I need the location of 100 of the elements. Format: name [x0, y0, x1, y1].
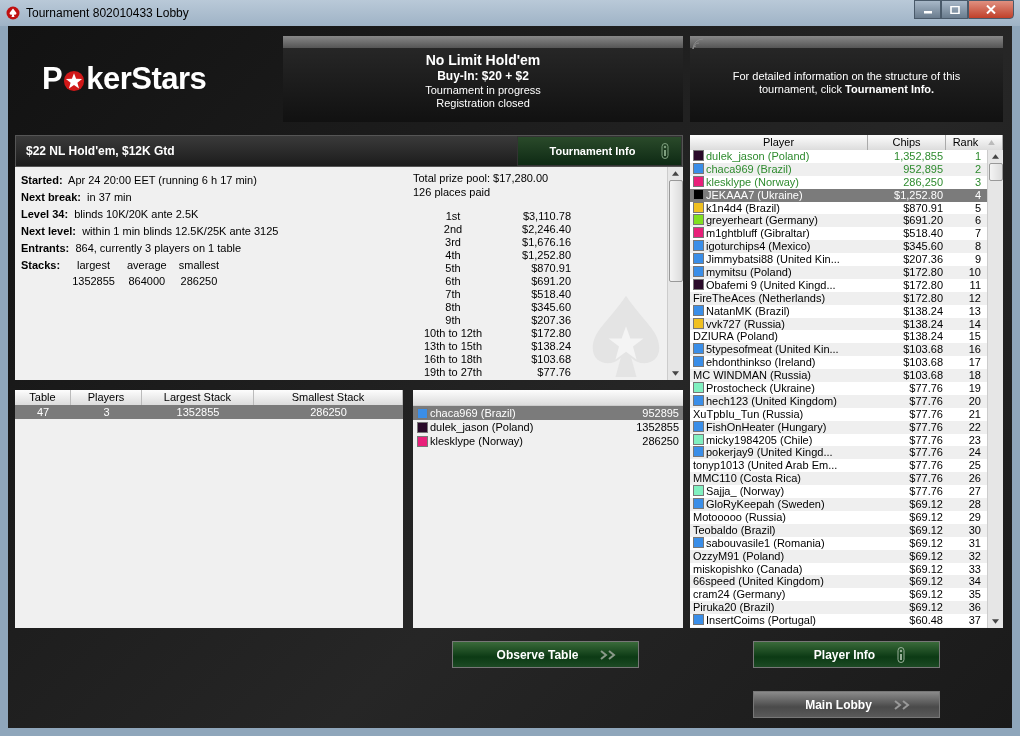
detail-text: Level 34: blinds 10K/20K ante 2.5K	[21, 207, 200, 222]
scroll-down-icon	[992, 619, 999, 624]
player-name: 66speed (United Kingdom)	[693, 575, 825, 589]
observe-table-button[interactable]: Observe Table	[452, 641, 639, 668]
payout-place: 9th	[444, 314, 462, 327]
tournament-info-button[interactable]: Tournament Info	[517, 136, 682, 166]
player-row[interactable]: DZIURA (Poland) $138.24 15	[690, 330, 987, 344]
rank: 19	[967, 382, 981, 395]
player-row[interactable]: cram24 (Germany) $69.12 35	[690, 588, 987, 602]
player-name: Motooooo (Russia)	[693, 510, 787, 524]
player-row[interactable]: chaca969 (Brazil) 952895	[413, 406, 683, 420]
payout-amount: $2,246.40	[521, 223, 571, 236]
rank: 15	[967, 330, 981, 344]
player-name: klesklype (Norway)	[693, 175, 873, 189]
rank: 9	[973, 253, 981, 267]
player-row[interactable]: GloRyKeepah (Sweden) $69.12 28	[690, 498, 987, 511]
player-row[interactable]: Sajja_ (Norway) $77.76 27	[690, 485, 987, 499]
player-name: OzzyM91 (Poland)	[693, 549, 786, 563]
chip-count: $77.76	[908, 433, 943, 447]
scroll-thumb[interactable]	[668, 180, 683, 282]
info-icon	[897, 646, 906, 663]
stack-value: 864000	[128, 274, 166, 289]
player-row[interactable]: tonyp1013 (United Arab Em... $77.76 25	[690, 459, 987, 473]
player-name: pokerjay9 (United Kingd...	[693, 446, 873, 460]
player-name: sabouvasile1 (Romania)	[693, 536, 873, 550]
close-button[interactable]	[968, 0, 1014, 19]
player-row[interactable]: ehdonthinkso (Ireland) $103.68 17	[690, 356, 987, 370]
chip-count: $77.76	[908, 472, 943, 486]
chip-count: $69.12	[908, 575, 943, 589]
rank: 18	[967, 369, 981, 383]
player-row[interactable]: dulek_jason (Poland) 1352855	[413, 420, 683, 434]
payout-place: 8th	[444, 301, 462, 314]
stack-heading: largest	[77, 258, 111, 273]
scrollbar[interactable]	[987, 150, 1003, 628]
payout-place: 3rd	[444, 236, 462, 249]
player-name: miskopishko (Canada)	[693, 562, 804, 576]
rank: 33	[967, 562, 981, 576]
player-row[interactable]: MC WINDMAN (Russia) $103.68 18	[690, 369, 987, 383]
player-name: Prostocheck (Ukraine)	[693, 382, 873, 395]
player-name: greyerheart (Germany)	[693, 214, 873, 228]
payout-amount: $1,676.16	[521, 236, 571, 249]
chip-count: 286,250	[902, 175, 943, 189]
table-cell-text: 3	[102, 405, 111, 419]
player-name: igoturchips4 (Mexico)	[693, 240, 873, 254]
chip-count: $69.12	[908, 601, 943, 615]
rank: 13	[967, 304, 981, 318]
player-row[interactable]: igoturchips4 (Mexico) $345.60 8	[690, 240, 987, 254]
table-row[interactable]: 47 3 1352855 286250	[15, 405, 403, 419]
chip-count: $518.40	[902, 227, 943, 241]
chip-count: $691.20	[902, 214, 943, 228]
player-row[interactable]: Prostocheck (Ukraine) $77.76 19	[690, 382, 987, 395]
prize-pool: Total prize pool: $17,280.00	[413, 171, 550, 185]
rank: 4	[973, 188, 981, 202]
status-text: Tournament in progress	[425, 84, 541, 96]
rank: 14	[967, 317, 981, 331]
player-row[interactable]: dulek_jason (Poland) 1,352,855 1	[690, 150, 987, 163]
main-lobby-button[interactable]: Main Lobby	[753, 691, 940, 718]
rank: 5	[973, 201, 981, 215]
rank: 32	[967, 549, 981, 563]
player-row[interactable]: 5typesofmeat (United Kin... $103.68 16	[690, 343, 987, 357]
player-info-button[interactable]: Player Info	[753, 641, 940, 668]
chip-count: $138.24	[902, 304, 943, 318]
table-cell-text: 1352855	[175, 405, 221, 419]
player-name: m1ghtbluff (Gibraltar)	[693, 227, 873, 241]
rank: 22	[967, 420, 981, 434]
chip-count: $103.68	[902, 369, 943, 383]
player-name: Piruka20 (Brazil)	[693, 601, 776, 615]
chip-count: $172.80	[902, 266, 943, 279]
scroll-thumb[interactable]	[988, 163, 1003, 181]
player-row[interactable]: 66speed (United Kingdom) $69.12 34	[690, 575, 987, 589]
payout-amount: $172.80	[530, 327, 571, 340]
payout-place: 7th	[444, 288, 462, 301]
payout-amount: $103.68	[530, 353, 571, 366]
player-name: JEKAAA7 (Ukraine)	[693, 188, 873, 202]
minimize-button[interactable]	[914, 0, 941, 19]
player-name: micky1984205 (Chile)	[693, 433, 873, 447]
scrollbar[interactable]	[667, 167, 683, 380]
player-row[interactable]: pokerjay9 (United Kingd... $77.76 24	[690, 446, 987, 460]
chip-count: $172.80	[902, 278, 943, 292]
player-row[interactable]: InsertCoims (Portugal) $60.48 37	[690, 614, 987, 627]
rank: 35	[967, 588, 981, 602]
player-row[interactable]: mymitsu (Poland) $172.80 10	[690, 266, 987, 279]
chip-count: $103.68	[902, 356, 943, 370]
logo-text: P	[42, 61, 63, 97]
sort-icon	[988, 140, 996, 145]
chip-count: 286250	[642, 435, 679, 447]
player-row[interactable]: MMC110 (Costa Rica) $77.76 26	[690, 472, 987, 486]
player-row[interactable]: Jimmybatsi88 (United Kin... $207.36 9	[690, 253, 987, 266]
payout-place: 1st	[444, 210, 462, 223]
player-name: chaca969 (Brazil)	[693, 162, 873, 176]
player-row[interactable]: Piruka20 (Brazil) $69.12 36	[690, 601, 987, 615]
chip-count: $1,252.80	[893, 188, 943, 202]
rank: 20	[967, 394, 981, 408]
player-row[interactable]: klesklype (Norway) 286250	[413, 434, 683, 448]
chip-count: $138.24	[902, 330, 943, 344]
player-name: Obafemi 9 (United Kingd...	[693, 278, 873, 292]
maximize-button[interactable]	[941, 0, 968, 19]
player-row[interactable]: greyerheart (Germany) $691.20 6	[690, 214, 987, 228]
chip-count: $77.76	[908, 407, 943, 421]
player-row[interactable]: m1ghtbluff (Gibraltar) $518.40 7	[690, 227, 987, 241]
